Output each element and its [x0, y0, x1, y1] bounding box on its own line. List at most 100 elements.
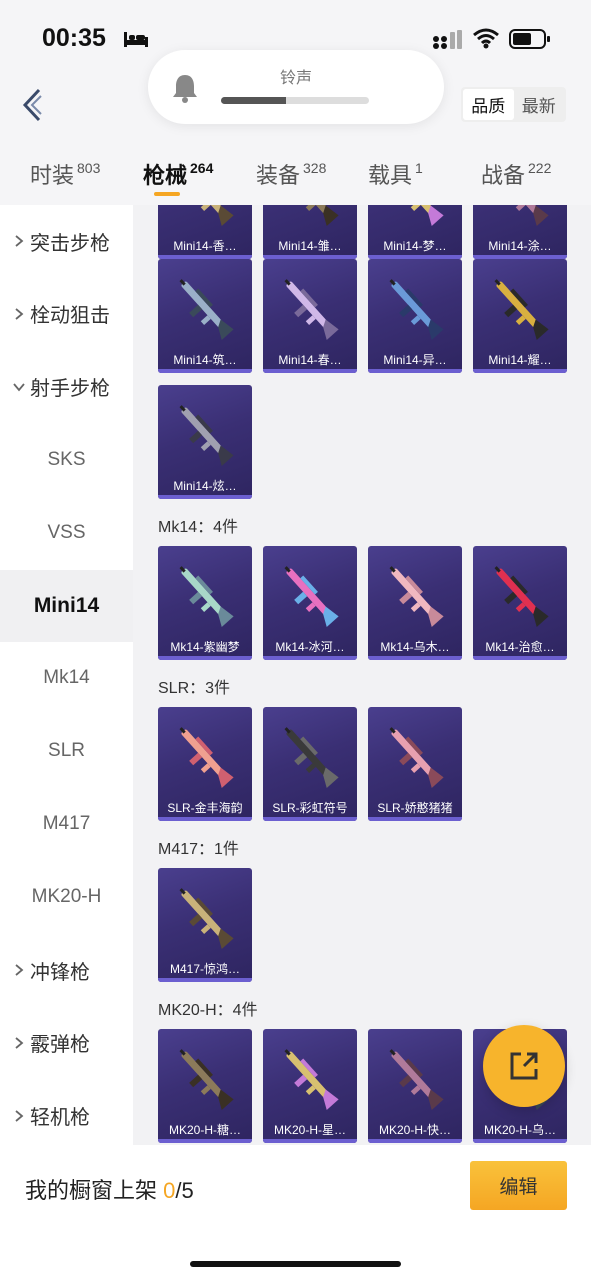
sidebar-item-label: 突击步枪 [30, 232, 110, 255]
weapon-skin-card[interactable]: Mini14-炫… [158, 385, 252, 499]
sidebar-item-Mini14[interactable]: Mini14 [0, 569, 133, 642]
sidebar-item-label: M417 [42, 813, 91, 835]
sidebar-item-冲锋枪[interactable]: 冲锋枪 [0, 934, 133, 1006]
weapon-skin-card[interactable]: MK20-H-快… [368, 1029, 462, 1143]
weapon-skin-card[interactable]: Mini14-筑… [158, 259, 252, 373]
sidebar-item-Mk14[interactable]: Mk14 [0, 642, 133, 714]
tab-outfits[interactable]: 时装 803 [30, 158, 100, 190]
weapon-skin-card[interactable]: MK20-H-星… [263, 1029, 357, 1143]
weapon-skin-card[interactable]: Mk14-紫幽梦 [158, 546, 252, 660]
rifle-icon [389, 566, 444, 628]
weapon-skin-card[interactable]: SLR-彩虹符号 [263, 707, 357, 821]
chevron-right-icon [15, 1110, 24, 1122]
rifle-icon [179, 566, 234, 628]
weapon-skin-name: Mk14-治愈… [485, 640, 555, 654]
tab-count: 222 [528, 159, 552, 176]
weapon-skin-name: Mk14-冰河… [275, 640, 345, 654]
rifle-icon [284, 1049, 339, 1111]
tab-label: 载具 [368, 163, 413, 188]
sidebar-item-SLR[interactable]: SLR [0, 715, 133, 787]
ringtone-volume-popup: 铃声 [148, 50, 444, 124]
rifle-icon [179, 1049, 234, 1111]
tab-label: 枪械 [143, 163, 188, 188]
weapon-skin-name: M417-惊鸿… [169, 962, 240, 976]
tab-label: 装备 [256, 163, 301, 188]
sidebar-item-M417[interactable]: M417 [0, 788, 133, 860]
weapon-skin-name: Mini14-炫… [173, 479, 237, 493]
status-time: 00:35 [42, 24, 106, 52]
weapon-skin-name: MK20-H-快… [378, 1123, 451, 1137]
sidebar-item-label: 栓动狙击 [30, 305, 110, 328]
battery-icon [509, 29, 550, 49]
rifle-icon [389, 1049, 444, 1111]
sidebar-item-SKS[interactable]: SKS [0, 424, 133, 496]
sidebar-item-MK20-H[interactable]: MK20-H [0, 861, 133, 933]
showcase-total: /5 [175, 1178, 194, 1203]
rifle-icon [496, 205, 549, 227]
sort-newest-button[interactable]: 最新 [514, 89, 565, 120]
weapon-skin-name: Mini14-耀… [488, 353, 552, 367]
tab-count: 803 [77, 159, 101, 176]
rifle-icon [494, 279, 549, 341]
weapon-skin-card[interactable]: Mk14-治愈… [473, 546, 567, 660]
sidebar-item-轻机枪[interactable]: 轻机枪 [0, 1080, 133, 1145]
sidebar-item-突击步枪[interactable]: 突击步枪 [0, 205, 133, 277]
rifle-icon [179, 405, 234, 467]
edit-button[interactable]: 编辑 [470, 1161, 567, 1210]
weapon-skin-card[interactable]: M417-惊鸿… [158, 868, 252, 982]
sidebar-item-栓动狙击[interactable]: 栓动狙击 [0, 278, 133, 350]
sort-quality-button[interactable]: 品质 [463, 89, 514, 120]
showcase-label: 我的橱窗上架 [25, 1178, 158, 1203]
weapon-skin-card[interactable]: Mk14-冰河… [263, 546, 357, 660]
weapon-skin-card[interactable]: SLR-金丰海韵 [158, 707, 252, 821]
chevron-right-icon [15, 1037, 24, 1049]
weapon-skin-card[interactable]: SLR-娇憨猪猪 [368, 707, 462, 821]
sidebar-item-VSS[interactable]: VSS [0, 497, 133, 569]
rifle-icon [284, 279, 339, 341]
weapon-category-sidebar: 突击步枪栓动狙击射手步枪 SKS VSS Mini14 Mk14 SLR M417 MK20-… [0, 205, 133, 1145]
weapon-skin-card[interactable]: Mini14-异… [368, 259, 462, 373]
rifle-icon [181, 205, 234, 227]
rifle-icon [389, 279, 444, 341]
cellular-signal-icon [433, 30, 462, 49]
rifle-icon [179, 727, 234, 789]
weapon-skin-card[interactable]: Mini14-涂… [473, 205, 567, 259]
weapon-skin-card[interactable]: MK20-H-糖… [158, 1029, 252, 1143]
sidebar-item-label: 冲锋枪 [30, 961, 90, 984]
section-title-mk20h: MK20-H：4件 [158, 1002, 258, 1019]
tab-weapons[interactable]: 枪械 264 [143, 158, 213, 190]
active-tab-indicator [154, 192, 180, 196]
weapon-skin-card[interactable]: Mini14-春… [263, 259, 357, 373]
wifi-icon [473, 28, 499, 49]
sidebar-item-label: 射手步枪 [30, 378, 110, 401]
section-title-m417: M417：1件 [158, 841, 239, 858]
weapon-skin-name: SLR-娇憨猪猪 [377, 801, 453, 815]
sidebar-item-霰弹枪[interactable]: 霰弹枪 [0, 1007, 133, 1079]
tab-count: 328 [303, 159, 327, 176]
weapon-skin-card[interactable]: Mini14-耀… [473, 259, 567, 373]
tab-label: 战备 [481, 163, 526, 188]
back-button[interactable] [18, 86, 46, 124]
sidebar-item-label: SKS [47, 448, 86, 470]
weapon-skin-card[interactable]: Mini14-梦… [368, 205, 462, 259]
sidebar-item-射手步枪[interactable]: 射手步枪 [0, 351, 133, 423]
weapon-skin-card[interactable]: Mk14-乌木… [368, 546, 462, 660]
chevron-down-icon [13, 383, 25, 392]
tab-supplies[interactable]: 战备 222 [481, 158, 551, 190]
share-button[interactable] [483, 1025, 565, 1107]
rifle-icon [494, 566, 549, 628]
sleep-focus-icon [124, 32, 148, 47]
weapon-skin-card[interactable]: Mini14-香… [158, 205, 252, 259]
tab-equipment[interactable]: 装备 328 [256, 158, 326, 190]
weapon-skin-card[interactable]: Mini14-雏… [263, 205, 357, 259]
tab-vehicles[interactable]: 载具 1 [368, 158, 423, 190]
showcase-count: 0 [163, 1178, 176, 1203]
sidebar-item-label: SLR [48, 740, 85, 762]
tab-label: 时装 [30, 163, 75, 188]
ringtone-volume-bar[interactable] [221, 97, 369, 104]
weapon-skin-name: MK20-H-糖… [168, 1123, 241, 1137]
weapon-skin-name: Mini14-筑… [173, 353, 237, 367]
weapon-skin-name: Mk14-紫幽梦 [170, 640, 240, 654]
sidebar-item-label: Mini14 [33, 593, 100, 617]
showcase-status: 我的橱窗上架 0/5 [25, 1173, 194, 1205]
